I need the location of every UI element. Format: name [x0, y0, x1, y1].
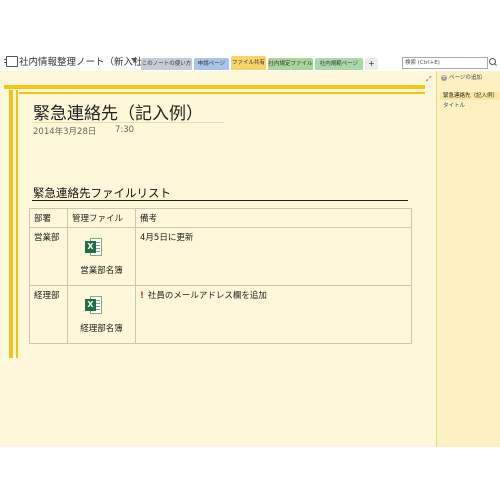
contact-file-table: 部署 管理ファイル 備考 営業部 X 営業部名簿 4月5日に更新 経理部 X 経…	[29, 208, 412, 344]
search-input[interactable]: 検索 (Ctrl+E)	[402, 57, 488, 69]
section-heading[interactable]: 緊急連絡先ファイルリスト	[33, 185, 171, 201]
table-row: 経理部 X 経理部名簿 ! 社員のメールアドレス欄を追加	[29, 285, 412, 344]
add-page-button[interactable]: + ページの追加	[441, 73, 482, 81]
tab-file-sharing[interactable]: ファイル共有	[231, 56, 266, 70]
page-list-item[interactable]: タイトル	[443, 101, 465, 109]
page-title[interactable]: 緊急連絡先（記入例）	[33, 99, 203, 124]
note-cell[interactable]: ! 社員のメールアドレス欄を追加	[135, 285, 412, 344]
page-list-item-selected[interactable]: 緊急連絡先（記入例）	[440, 92, 500, 100]
file-name[interactable]: 経理部名簿	[72, 322, 131, 334]
page-date: 2014年3月28日	[33, 127, 97, 137]
decor-bar	[4, 85, 425, 89]
add-page-label: ページの追加	[449, 75, 482, 81]
page-time: 7:30	[115, 125, 135, 135]
file-name[interactable]: 営業部名簿	[72, 264, 131, 276]
important-tag-icon: !	[140, 291, 144, 301]
notebook-icon[interactable]	[4, 56, 18, 67]
tab-rules-page[interactable]: 社内規範ページ	[315, 58, 363, 70]
tab-applications[interactable]: 申請ページ	[194, 58, 229, 70]
expand-icon[interactable]: ⤢	[426, 75, 432, 84]
note-text: 社員のメールアドレス欄を追加	[147, 291, 267, 301]
file-cell[interactable]: X 経理部名簿	[67, 285, 136, 344]
note-text: 4月5日に更新	[140, 233, 194, 243]
note-cell[interactable]: 4月5日に更新	[135, 227, 412, 286]
file-cell[interactable]: X 営業部名簿	[67, 227, 136, 286]
dept-cell[interactable]: 営業部	[29, 227, 68, 286]
excel-file-icon[interactable]: X	[85, 238, 103, 256]
decor-bar	[9, 90, 13, 358]
search-icon[interactable]	[489, 58, 496, 65]
excel-file-icon[interactable]: X	[85, 296, 103, 314]
dept-cell[interactable]: 経理部	[29, 285, 68, 344]
decor-bar	[19, 92, 425, 94]
table-row: 営業部 X 営業部名簿 4月5日に更新	[29, 227, 412, 286]
column-header: 部署	[29, 208, 68, 228]
title-underline	[32, 122, 224, 123]
page-list-pane	[436, 71, 500, 447]
decor-bar	[16, 90, 18, 358]
tab-regulation-files[interactable]: 社内規定ファイル	[268, 58, 313, 70]
tab-how-to-use[interactable]: このノートの使い方	[141, 58, 192, 70]
column-header: 備考	[135, 208, 412, 228]
add-section-button[interactable]: +	[365, 58, 378, 70]
table-header-row: 部署 管理ファイル 備考	[29, 208, 412, 228]
bottom-area	[0, 447, 500, 500]
column-header: 管理ファイル	[67, 208, 136, 228]
chevron-down-icon[interactable]	[131, 58, 137, 62]
plus-icon: +	[441, 74, 447, 81]
section-underline	[32, 200, 408, 201]
